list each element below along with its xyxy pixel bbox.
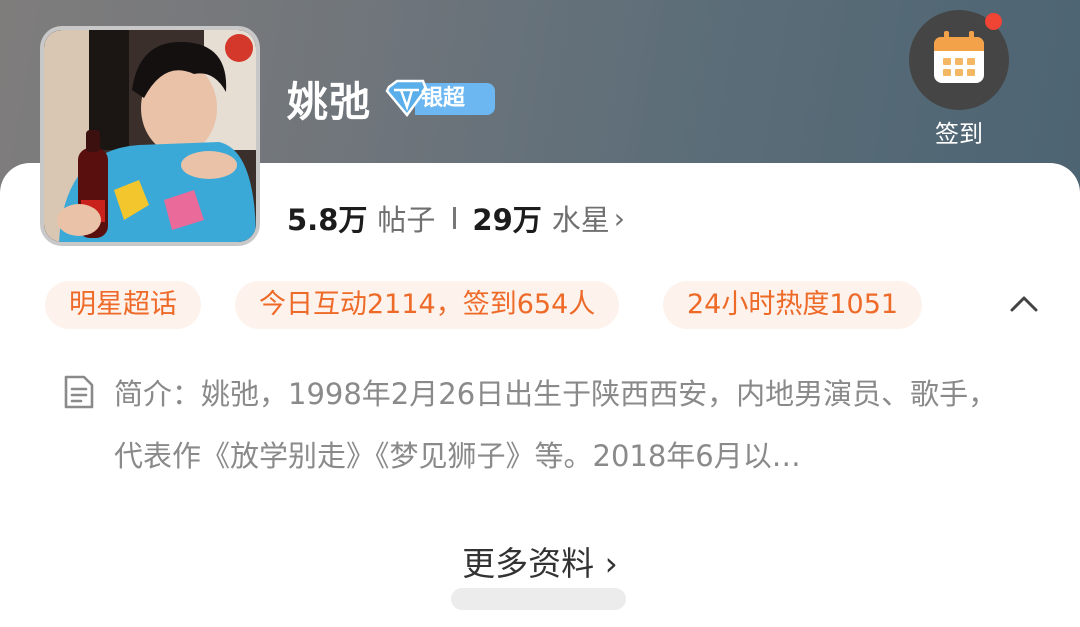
more-info-link[interactable]: 更多资料 › [440,538,640,590]
fans-count[interactable]: 29万 [472,197,541,239]
tag-interaction[interactable]: 今日互动2114，签到654人 [235,281,620,329]
document-icon [64,375,94,409]
avatar[interactable] [40,26,260,246]
chevron-up-icon[interactable] [1004,288,1044,318]
badge-label: 银超 [421,86,466,111]
avatar-photo [44,30,256,242]
super-topic-badge[interactable]: 银超 [385,79,495,117]
stats-row: 5.8万 帖子 29万 水星 › [287,196,625,240]
posts-count: 5.8万 [287,203,368,237]
intro-text: 简介：姚弛，1998年2月26日出生于陕西西安，内地男演员、歌手，代表作《放学别… [114,377,998,473]
watermark [451,588,626,610]
checkin-label[interactable]: 签到 [909,116,1009,152]
user-name: 姚弛 [287,78,371,126]
notification-dot [985,13,1002,30]
tag-category[interactable]: 明星超话 [45,281,201,329]
chevron-right-icon[interactable]: › [614,202,625,235]
posts-label: 帖子 [377,203,436,237]
stats-divider [453,207,457,229]
tag-heat[interactable]: 24小时热度1051 [663,281,923,329]
fans-label[interactable]: 水星 [552,197,610,239]
